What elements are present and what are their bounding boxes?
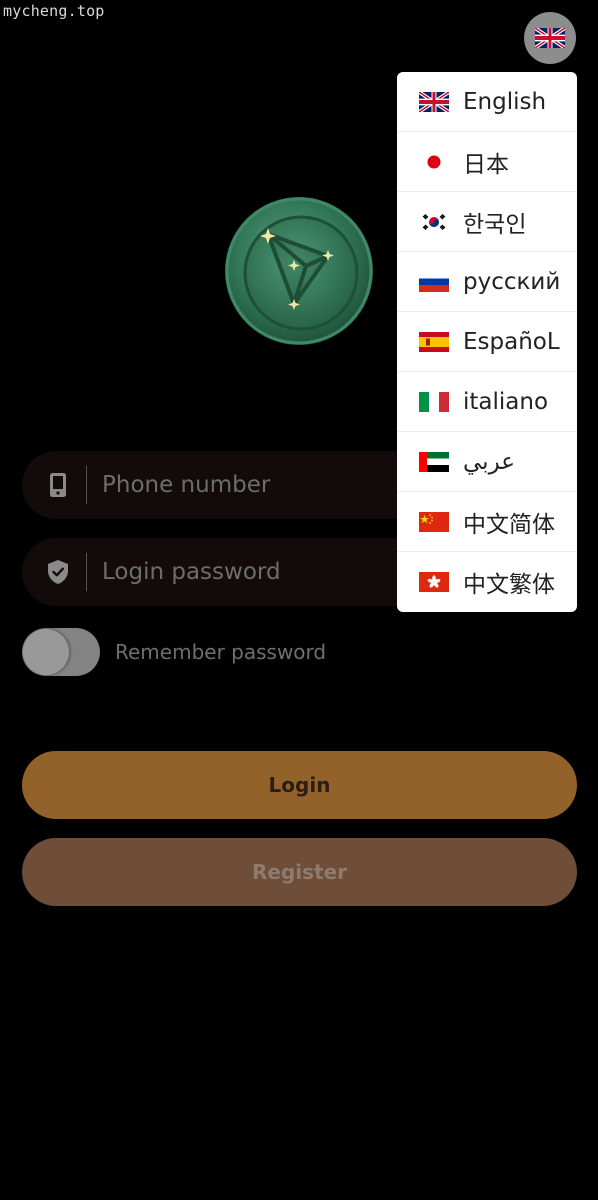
language-option-italian[interactable]: italiano xyxy=(397,372,577,432)
japan-flag-icon xyxy=(419,152,449,172)
uae-flag-icon xyxy=(419,451,449,472)
remember-password-toggle[interactable] xyxy=(22,628,100,676)
language-option-russian[interactable]: русский xyxy=(397,252,577,312)
field-divider xyxy=(86,553,87,591)
korea-flag-icon xyxy=(419,211,449,232)
language-label: EspañoL xyxy=(463,328,560,355)
language-label: 한국인 xyxy=(463,211,527,238)
language-label: italiano xyxy=(463,388,549,415)
language-label: عربي xyxy=(463,448,515,475)
shield-icon xyxy=(46,559,70,585)
tron-coin-logo xyxy=(224,196,374,346)
remember-password-label: Remember password xyxy=(115,640,327,664)
phone-input[interactable] xyxy=(102,451,402,519)
russia-flag-icon xyxy=(419,271,449,292)
toggle-knob xyxy=(23,629,69,675)
watermark-text: mycheng.top xyxy=(3,2,105,20)
language-option-chinese-simplified[interactable]: 中文简体 xyxy=(397,492,577,552)
uk-flag-icon xyxy=(535,28,565,48)
language-option-korean[interactable]: 한국인 xyxy=(397,192,577,252)
hongkong-flag-icon xyxy=(419,572,449,592)
language-label: 中文繁体 xyxy=(463,572,555,598)
china-flag-icon xyxy=(419,511,449,532)
language-label: English xyxy=(463,88,547,115)
phone-icon xyxy=(46,472,70,498)
login-button[interactable]: Login xyxy=(22,751,577,819)
register-button[interactable]: Register xyxy=(22,838,577,906)
language-label: русский xyxy=(463,268,561,295)
language-option-english[interactable]: English xyxy=(397,72,577,132)
language-toggle-button[interactable] xyxy=(524,12,576,64)
language-option-arabic[interactable]: عربي xyxy=(397,432,577,492)
language-label: 日本 xyxy=(463,151,509,178)
language-menu: English 日本 한국인 русский EspañoL italiano … xyxy=(397,72,577,612)
password-input[interactable] xyxy=(102,538,402,606)
italy-flag-icon xyxy=(419,391,449,412)
language-option-japanese[interactable]: 日本 xyxy=(397,132,577,192)
language-option-spanish[interactable]: EspañoL xyxy=(397,312,577,372)
field-divider xyxy=(86,466,87,504)
language-option-chinese-traditional[interactable]: 中文繁体 xyxy=(397,552,577,612)
language-label: 中文简体 xyxy=(463,511,555,538)
spain-flag-icon xyxy=(419,331,449,352)
uk-flag-icon xyxy=(419,91,449,112)
